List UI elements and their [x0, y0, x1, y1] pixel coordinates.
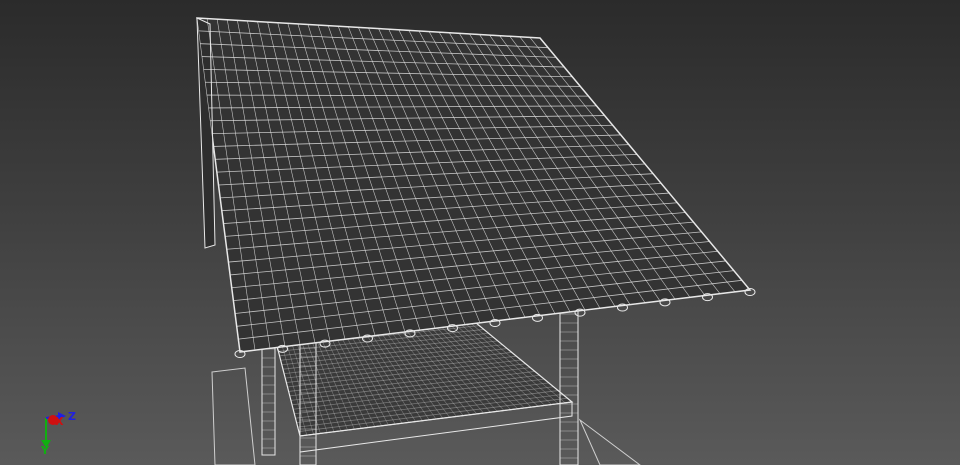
roof-surface: [196, 17, 752, 353]
axis-gizmo: X Z Y: [38, 410, 88, 460]
3d-viewport[interactable]: [0, 0, 960, 465]
post: [261, 339, 276, 456]
axis-z-label: Z: [68, 410, 76, 423]
ground-plane-right: [578, 418, 641, 465]
post: [559, 304, 579, 465]
tiled-roof[interactable]: [196, 17, 756, 358]
ground-plane: [211, 367, 256, 465]
axis-x-label: X: [55, 415, 64, 428]
axis-y-label: Y: [41, 444, 49, 457]
